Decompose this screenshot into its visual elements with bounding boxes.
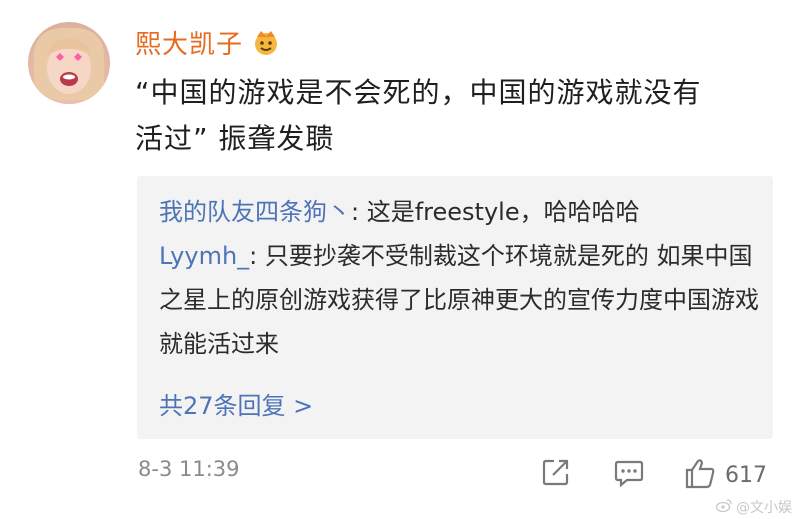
comment-separator: : — [249, 242, 265, 270]
watermark: @文小娱 — [715, 497, 792, 517]
watermark-text: @文小娱 — [736, 500, 792, 516]
avatar[interactable] — [28, 22, 110, 104]
comment-item: 我的队友四条狗丶: 这是freestyle，哈哈哈哈 — [159, 190, 759, 234]
comment-author[interactable]: 我的队友四条狗丶 — [159, 198, 351, 226]
comment-item: Lyymh_: 只要抄袭不受制裁这个环境就是死的 如果中国之星上的原创游戏获得了… — [159, 234, 759, 366]
comment-button[interactable] — [613, 456, 645, 492]
avatar-image — [34, 27, 104, 100]
username-row: 熙大凯子 — [135, 22, 281, 62]
like-button[interactable]: 617 — [683, 456, 767, 494]
username[interactable]: 熙大凯子 — [135, 24, 243, 61]
comments-preview: 我的队友四条狗丶: 这是freestyle，哈哈哈哈 Lyymh_: 只要抄袭不… — [137, 176, 773, 439]
comment-text: 这是freestyle，哈哈哈哈 — [366, 198, 640, 226]
crown-face-icon — [251, 27, 281, 57]
like-count: 617 — [725, 462, 767, 488]
more-replies-link[interactable]: 共27条回复 > — [159, 386, 313, 426]
weibo-post: 熙大凯子 “中国的游戏是不会死的，中国的游戏就没有 活过” 振聋发聩 我的队友四… — [0, 0, 800, 519]
share-button[interactable] — [540, 456, 572, 492]
thumbs-up-icon — [683, 456, 717, 494]
comment-separator: : — [351, 198, 367, 226]
post-text-line1: “中国的游戏是不会死的，中国的游戏就没有 — [135, 76, 702, 109]
post-timestamp: 8-3 11:39 — [138, 457, 240, 481]
share-icon — [540, 456, 572, 492]
post-text: “中国的游戏是不会死的，中国的游戏就没有 活过” 振聋发聩 — [135, 70, 775, 162]
weibo-logo-icon — [715, 498, 732, 516]
post-text-line2: 活过” 振聋发聩 — [135, 122, 335, 155]
comment-icon — [613, 456, 645, 492]
comment-author[interactable]: Lyymh_ — [159, 242, 249, 270]
